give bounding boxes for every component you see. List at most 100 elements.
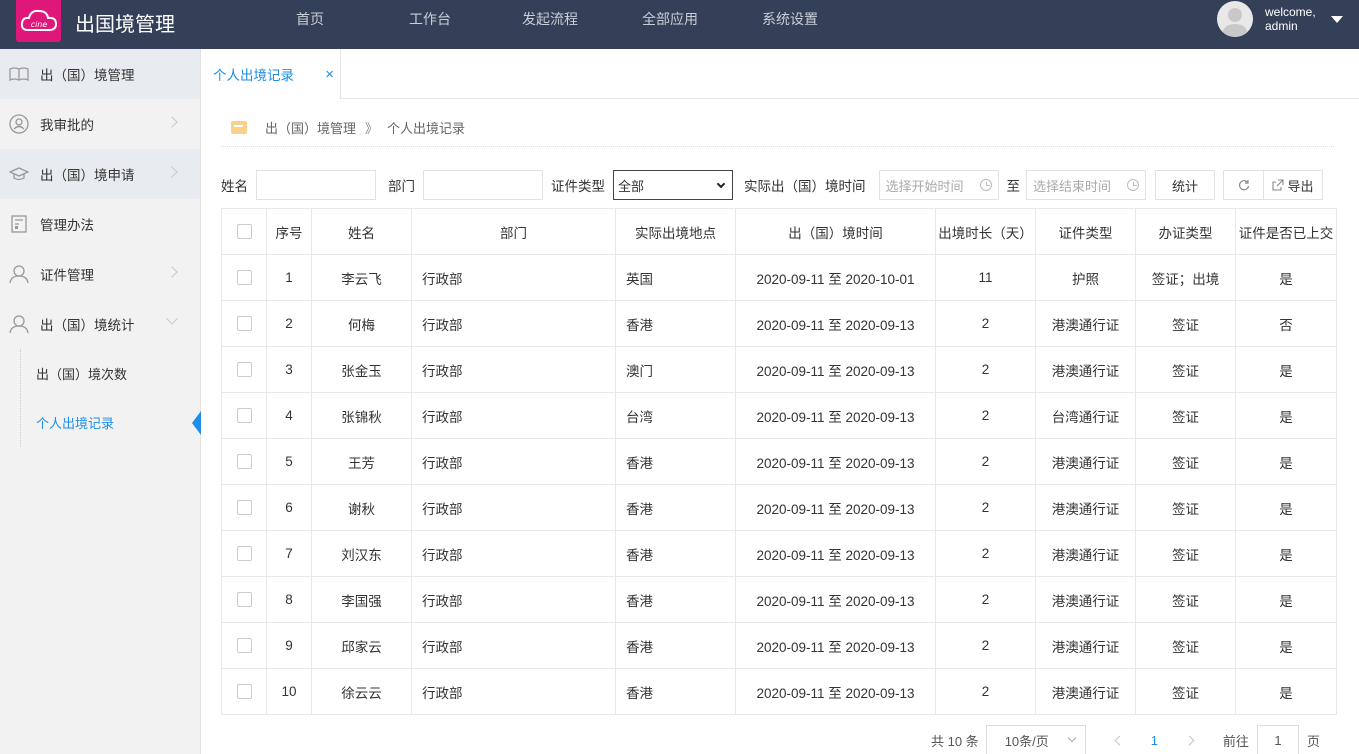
row-checkbox[interactable]: [236, 638, 252, 654]
page-number[interactable]: 1: [1151, 733, 1158, 748]
table-cell: 刘汉东: [311, 530, 412, 577]
nav-system-settings[interactable]: 系统设置: [730, 0, 850, 38]
sidebar-subitem-personal-records[interactable]: 个人出境记录: [20, 398, 201, 447]
user-circle-icon: [8, 113, 30, 135]
table-row[interactable]: 8 李国强 行政部 香港 2020-09-11 至 2020-09-13 2 港澳通行证 签证…: [221, 576, 1337, 623]
app-title: 出国境管理: [75, 14, 175, 36]
row-select-cell: [221, 622, 267, 669]
table-cell: 英国: [615, 254, 736, 301]
table-cell: 8: [266, 576, 312, 623]
nav-start-process[interactable]: 发起流程: [490, 0, 610, 38]
row-checkbox[interactable]: [236, 684, 252, 700]
table-cell: 台湾通行证: [1035, 392, 1136, 439]
row-checkbox[interactable]: [236, 454, 252, 470]
table-cell: 何梅: [311, 300, 412, 347]
table-row[interactable]: 2 何梅 行政部 香港 2020-09-11 至 2020-09-13 2 港澳通行证 签证否: [221, 300, 1337, 347]
nav-home[interactable]: 首页: [250, 0, 370, 38]
table-row[interactable]: 3 张金玉 行政部 澳门 2020-09-11 至 2020-09-13 2 港澳通行证 签证…: [221, 346, 1337, 393]
table-cell: 2020-09-11 至 2020-09-13: [735, 346, 936, 393]
sidebar-item-border-statistics[interactable]: 出（国）境统计: [0, 299, 200, 349]
table-row[interactable]: 9 邱家云 行政部 香港 2020-09-11 至 2020-09-13 2 港澳通行证 签证…: [221, 622, 1337, 669]
avatar[interactable]: [1217, 1, 1253, 37]
table-cell: 是: [1235, 622, 1337, 669]
start-date-placeholder: 选择开始时间: [885, 178, 964, 194]
table-row[interactable]: 10 徐云云 行政部 香港 2020-09-11 至 2020-09-13 2 港澳通行证签…: [221, 668, 1337, 715]
nav-all-apps[interactable]: 全部应用: [610, 0, 730, 38]
row-checkbox[interactable]: [236, 546, 252, 562]
breadcrumb-root[interactable]: 出（国）境管理: [265, 118, 356, 137]
sidebar-item-border-application[interactable]: 出（国）境申请: [0, 149, 200, 199]
table-row[interactable]: 4 张锦秋 行政部 台湾 2020-09-11 至 2020-09-13 2 台湾通行证 签证…: [221, 392, 1337, 439]
table-cell: 张金玉: [311, 346, 412, 393]
table-cell: 行政部: [411, 484, 616, 531]
page-suffix: 页: [1306, 733, 1320, 749]
table-cell: 王芳: [311, 438, 412, 485]
next-page-icon[interactable]: [1184, 735, 1195, 745]
prev-page-icon[interactable]: [1114, 735, 1125, 745]
welcome-line: welcome,: [1265, 5, 1316, 19]
sidebar-item-my-approvals[interactable]: 我审批的: [0, 99, 200, 149]
row-checkbox[interactable]: [236, 408, 252, 424]
table-cell: 2020-09-11 至 2020-09-13: [735, 300, 936, 347]
row-checkbox[interactable]: [236, 592, 252, 608]
chevron-right-icon: [166, 266, 178, 278]
sidebar-item-border-management[interactable]: 出（国）境管理: [0, 49, 200, 99]
sidebar-item-certificate-management[interactable]: 证件管理: [0, 249, 200, 299]
row-checkbox[interactable]: [236, 270, 252, 286]
page-size-select[interactable]: 10条/页: [985, 725, 1086, 754]
row-select-cell: [221, 392, 267, 439]
cloud-logo-icon: cine: [20, 9, 57, 31]
breadcrumb: 出（国）境管理 》 个人出境记录: [221, 109, 1334, 147]
tab-bar: 个人出境记录 ×: [201, 49, 1359, 99]
row-checkbox[interactable]: [236, 362, 252, 378]
row-select-cell: [221, 254, 267, 301]
dept-input[interactable]: [423, 170, 543, 200]
start-date-picker[interactable]: 选择开始时间: [878, 170, 999, 200]
row-select-cell: [221, 576, 267, 623]
goto-page-input[interactable]: 1: [1256, 725, 1299, 754]
refresh-button[interactable]: [1223, 170, 1263, 200]
tab-label: 个人出境记录: [213, 68, 294, 83]
sidebar-item-regulations[interactable]: 管理办法: [0, 199, 200, 249]
row-checkbox[interactable]: [236, 500, 252, 516]
export-button[interactable]: 导出: [1263, 170, 1323, 200]
table-cell: 香港: [615, 484, 736, 531]
table-cell: 2020-09-11 至 2020-09-13: [735, 530, 936, 577]
sidebar-item-label: 出（国）境申请: [40, 168, 135, 183]
end-date-picker[interactable]: 选择结束时间: [1026, 170, 1146, 200]
user-menu[interactable]: welcome, admin: [1217, 0, 1359, 38]
logo[interactable]: cine: [16, 0, 61, 42]
time-label: 实际出（国）境时间: [744, 179, 866, 194]
row-checkbox[interactable]: [236, 316, 252, 332]
dropdown-caret-icon[interactable]: [1331, 15, 1343, 23]
table-cell: 7: [266, 530, 312, 577]
name-label: 姓名: [221, 179, 248, 194]
table-cell: 是: [1235, 484, 1337, 531]
table-cell: 2020-09-11 至 2020-09-13: [735, 668, 936, 715]
cert-type-select[interactable]: 全部: [613, 170, 733, 200]
sidebar-subitem-border-count[interactable]: 出（国）境次数: [20, 349, 200, 398]
close-icon[interactable]: ×: [325, 66, 334, 83]
sidebar-item-label: 出（国）境管理: [40, 68, 135, 83]
stat-button[interactable]: 统计: [1155, 170, 1215, 200]
table-cell: 2020-09-11 至 2020-09-13: [735, 622, 936, 669]
table-row[interactable]: 1 李云飞 行政部 英国 2020-09-11 至 2020-10-01 11 护照 签证；出…: [221, 254, 1337, 301]
clock-icon: [979, 179, 992, 191]
tab-personal-records[interactable]: 个人出境记录 ×: [201, 49, 341, 99]
table-row[interactable]: 5 王芳 行政部 香港 2020-09-11 至 2020-09-13 2 港澳通行证 签证是: [221, 438, 1337, 485]
table-cell: 行政部: [411, 530, 616, 577]
table-cell: 4: [266, 392, 312, 439]
table-cell: 李云飞: [311, 254, 412, 301]
table-cell: 是: [1235, 392, 1337, 439]
name-input[interactable]: [256, 170, 376, 200]
select-all-checkbox[interactable]: [236, 224, 252, 240]
table-row[interactable]: 7 刘汉东 行政部 香港 2020-09-11 至 2020-09-13 2 港澳通行证 签证…: [221, 530, 1337, 577]
select-all-cell: [221, 208, 267, 255]
main-content: 个人出境记录 × 出（国）境管理 》 个人出境记录 姓名 部门 证件类型 全部 …: [201, 49, 1359, 754]
chevron-right-icon: [166, 166, 178, 178]
table-cell: 3: [266, 346, 312, 393]
table-cell: 2: [935, 622, 1036, 669]
table-row[interactable]: 6 谢秋 行政部 香港 2020-09-11 至 2020-09-13 2 港澳通行证 签证是: [221, 484, 1337, 531]
table-cell: 李国强: [311, 576, 412, 623]
nav-workbench[interactable]: 工作台: [370, 0, 490, 38]
